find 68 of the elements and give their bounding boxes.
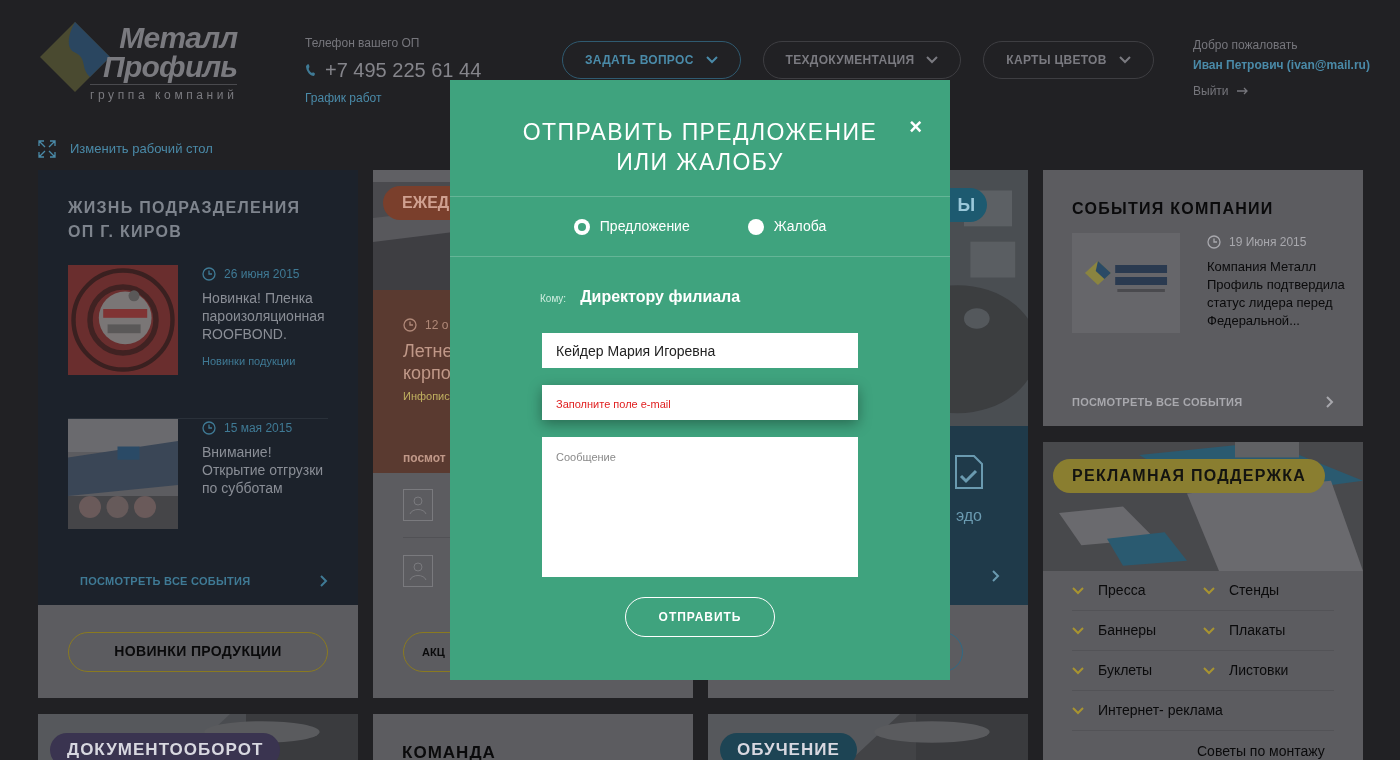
phone-number: +7 495 225 61 44 <box>325 58 482 83</box>
input-field[interactable]: Кейдер Мария Игоревна <box>542 333 858 368</box>
chevron-down-icon <box>1072 666 1084 675</box>
chevron-down-icon <box>1072 586 1084 595</box>
person-placeholder-icon <box>403 554 433 587</box>
news-tag[interactable]: Новинки подукции <box>202 353 296 370</box>
recipient-name: Директору филиала <box>580 287 741 307</box>
clock-icon <box>202 420 216 435</box>
ad-list-item[interactable]: Баннеры <box>1072 611 1203 651</box>
tips-link[interactable]: Советы по монтажу <box>1197 740 1325 760</box>
ad-list-item[interactable]: Буклеты <box>1072 651 1203 691</box>
card-title: СОБЫТИЯ КОМПАНИИ <box>1072 199 1275 219</box>
chevron-right-icon <box>992 570 1000 582</box>
input-field[interactable]: Заполните поле e-mail <box>542 385 858 420</box>
news-title: корпо <box>403 362 451 384</box>
news-date: 19 Июня 2015 <box>1229 234 1307 251</box>
clock-icon <box>202 267 216 281</box>
news-title[interactable]: Внимание! Открытие отгрузки по субботам <box>202 442 337 497</box>
news-title: Летне <box>403 340 453 362</box>
chevron-down-icon <box>705 56 718 64</box>
modal-title: ОТПРАВИТЬ ПРЕДЛОЖЕНИЕ ИЛИ ЖАЛОБУ <box>521 118 879 177</box>
arrow-right-icon <box>1236 87 1249 95</box>
phone-icon <box>305 63 317 77</box>
chevron-down-icon <box>1072 626 1084 635</box>
all-events-link[interactable]: ПОСМОТРЕТЬ ВСЕ СОБЫТИЯ <box>80 572 251 589</box>
card-title: ЖИЗНЬ ПОДРАЗДЕЛЕНИЯ ОП Г. КИРОВ <box>68 198 302 242</box>
chevron-right-icon <box>320 574 328 587</box>
ad-list-item[interactable]: Интернет- реклама <box>1072 691 1334 731</box>
card-badge: ОБУЧЕНИЕ <box>720 733 857 760</box>
clock-icon <box>403 318 417 332</box>
ad-list-item[interactable]: Стенды <box>1203 571 1334 611</box>
message-field[interactable]: Сообщение <box>542 437 858 577</box>
person-placeholder-icon <box>403 489 433 521</box>
chevron-down-icon <box>1072 706 1084 715</box>
news-date: 26 июня 2015 <box>224 266 300 283</box>
news-title[interactable]: Новинка! Пленка пароизоляционная ROOFBOND. <box>202 289 337 343</box>
clock-icon <box>1207 235 1221 249</box>
all-events-link[interactable]: ПОСМОТРЕТЬ ВСЕ СОБЫТИЯ <box>1072 393 1243 410</box>
user-name: Иван Петрович (ivan@mail.ru) <box>1193 57 1370 74</box>
close-button[interactable]: × <box>909 116 922 138</box>
news-title[interactable]: Компания Металл Профиль подтвердила статус лидера перед Федеральной... <box>1207 258 1357 330</box>
chevron-down-icon <box>926 56 939 64</box>
logo-text: Профиль <box>103 52 238 82</box>
expand-icon <box>38 140 56 158</box>
card-badge: РЕКЛАМНАЯ ПОДДЕРЖКА <box>1053 459 1326 493</box>
ad-list-item[interactable]: Листовки <box>1203 651 1334 691</box>
logo-tagline: группа компаний <box>90 84 238 104</box>
phone-label: Телефон вашего ОП <box>305 35 420 52</box>
service-label: эдо <box>955 506 982 526</box>
schedule-link[interactable]: График работ <box>305 89 382 107</box>
news-date: 12 о <box>425 317 449 334</box>
chevron-right-icon <box>1326 395 1334 408</box>
document-check-icon <box>954 454 984 490</box>
news-date: 15 мая 2015 <box>224 419 293 437</box>
chevron-down-icon <box>1203 626 1215 635</box>
more-link[interactable]: посмот <box>403 448 446 467</box>
greeting-text: Добро пожаловать <box>1193 37 1298 54</box>
chevron-down-icon <box>1203 666 1215 675</box>
ad-list-item[interactable]: Пресса <box>1072 571 1203 611</box>
recipient-label: Кому: <box>540 292 567 306</box>
customize-link[interactable]: Изменить рабочий стол <box>38 139 213 159</box>
chevron-down-icon <box>1118 56 1131 64</box>
logo-text: Металл <box>119 24 238 52</box>
logout-link[interactable]: Выйти <box>1193 82 1249 100</box>
chevron-down-icon <box>1203 586 1215 595</box>
ad-list-item[interactable]: Плакаты <box>1203 611 1334 651</box>
news-tag: Инфопис <box>403 388 450 405</box>
card-badge: ДОКУМЕНТООБОРОТ <box>50 733 281 760</box>
